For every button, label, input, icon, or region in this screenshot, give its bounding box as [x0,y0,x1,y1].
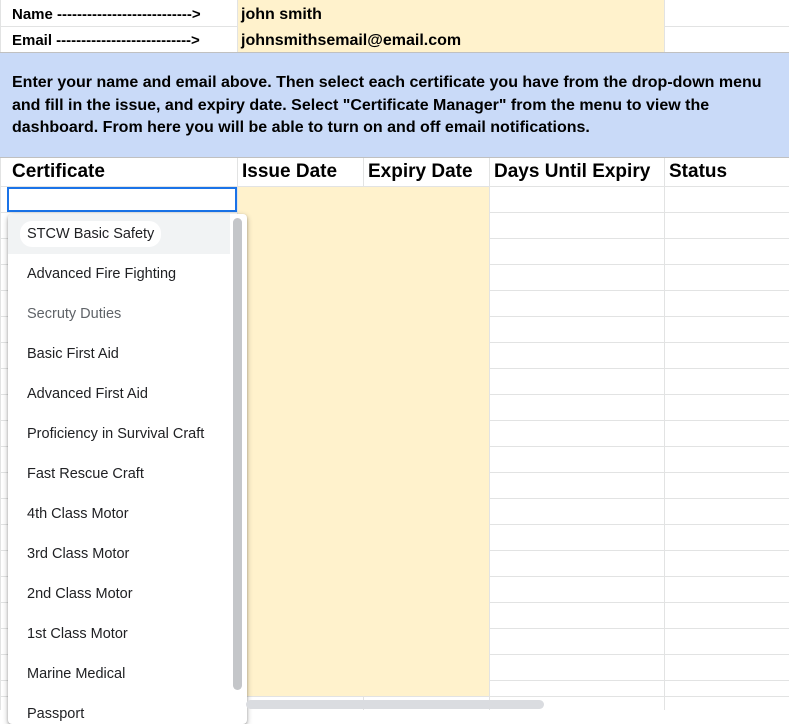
header-status: Status [669,161,728,182]
dropdown-option[interactable]: 1st Class Motor [8,614,230,654]
certificate-dropdown-menu[interactable]: STCW Basic Safety Advanced Fire Fighting… [8,214,247,724]
dropdown-option[interactable]: STCW Basic Safety [8,214,230,254]
date-columns-fill [238,187,489,696]
dropdown-option[interactable]: Proficiency in Survival Craft [8,414,230,454]
instructions-banner: Enter your name and email above. Then se… [0,52,789,158]
dropdown-option[interactable]: Secruty Duties [8,294,230,334]
certificate-input-cell[interactable] [7,187,237,212]
dropdown-scrollbar[interactable] [233,218,242,690]
dropdown-option[interactable]: Advanced First Aid [8,374,230,414]
email-value-cell[interactable]: johnsmithsemail@email.com [238,28,664,54]
dropdown-option[interactable]: Marine Medical [8,654,230,694]
header-days-until-expiry: Days Until Expiry [494,161,651,182]
header-issue-date: Issue Date [242,161,338,182]
dropdown-option[interactable]: Advanced Fire Fighting [8,254,230,294]
dropdown-option-label: STCW Basic Safety [20,221,162,247]
dropdown-option[interactable]: 2nd Class Motor [8,574,230,614]
header-expiry-date: Expiry Date [368,161,473,182]
dropdown-option[interactable]: Passport [8,694,230,724]
dropdown-option[interactable]: Basic First Aid [8,334,230,374]
horizontal-scrollbar[interactable] [246,700,544,709]
dropdown-option[interactable]: 4th Class Motor [8,494,230,534]
email-label: Email ---------------------------> [12,32,200,49]
name-label: Name ---------------------------> [12,6,201,23]
dropdown-option[interactable]: 3rd Class Motor [8,534,230,574]
header-certificate: Certificate [12,161,105,182]
dropdown-option[interactable]: Fast Rescue Craft [8,454,230,494]
name-value-cell[interactable]: john smith [238,2,664,28]
